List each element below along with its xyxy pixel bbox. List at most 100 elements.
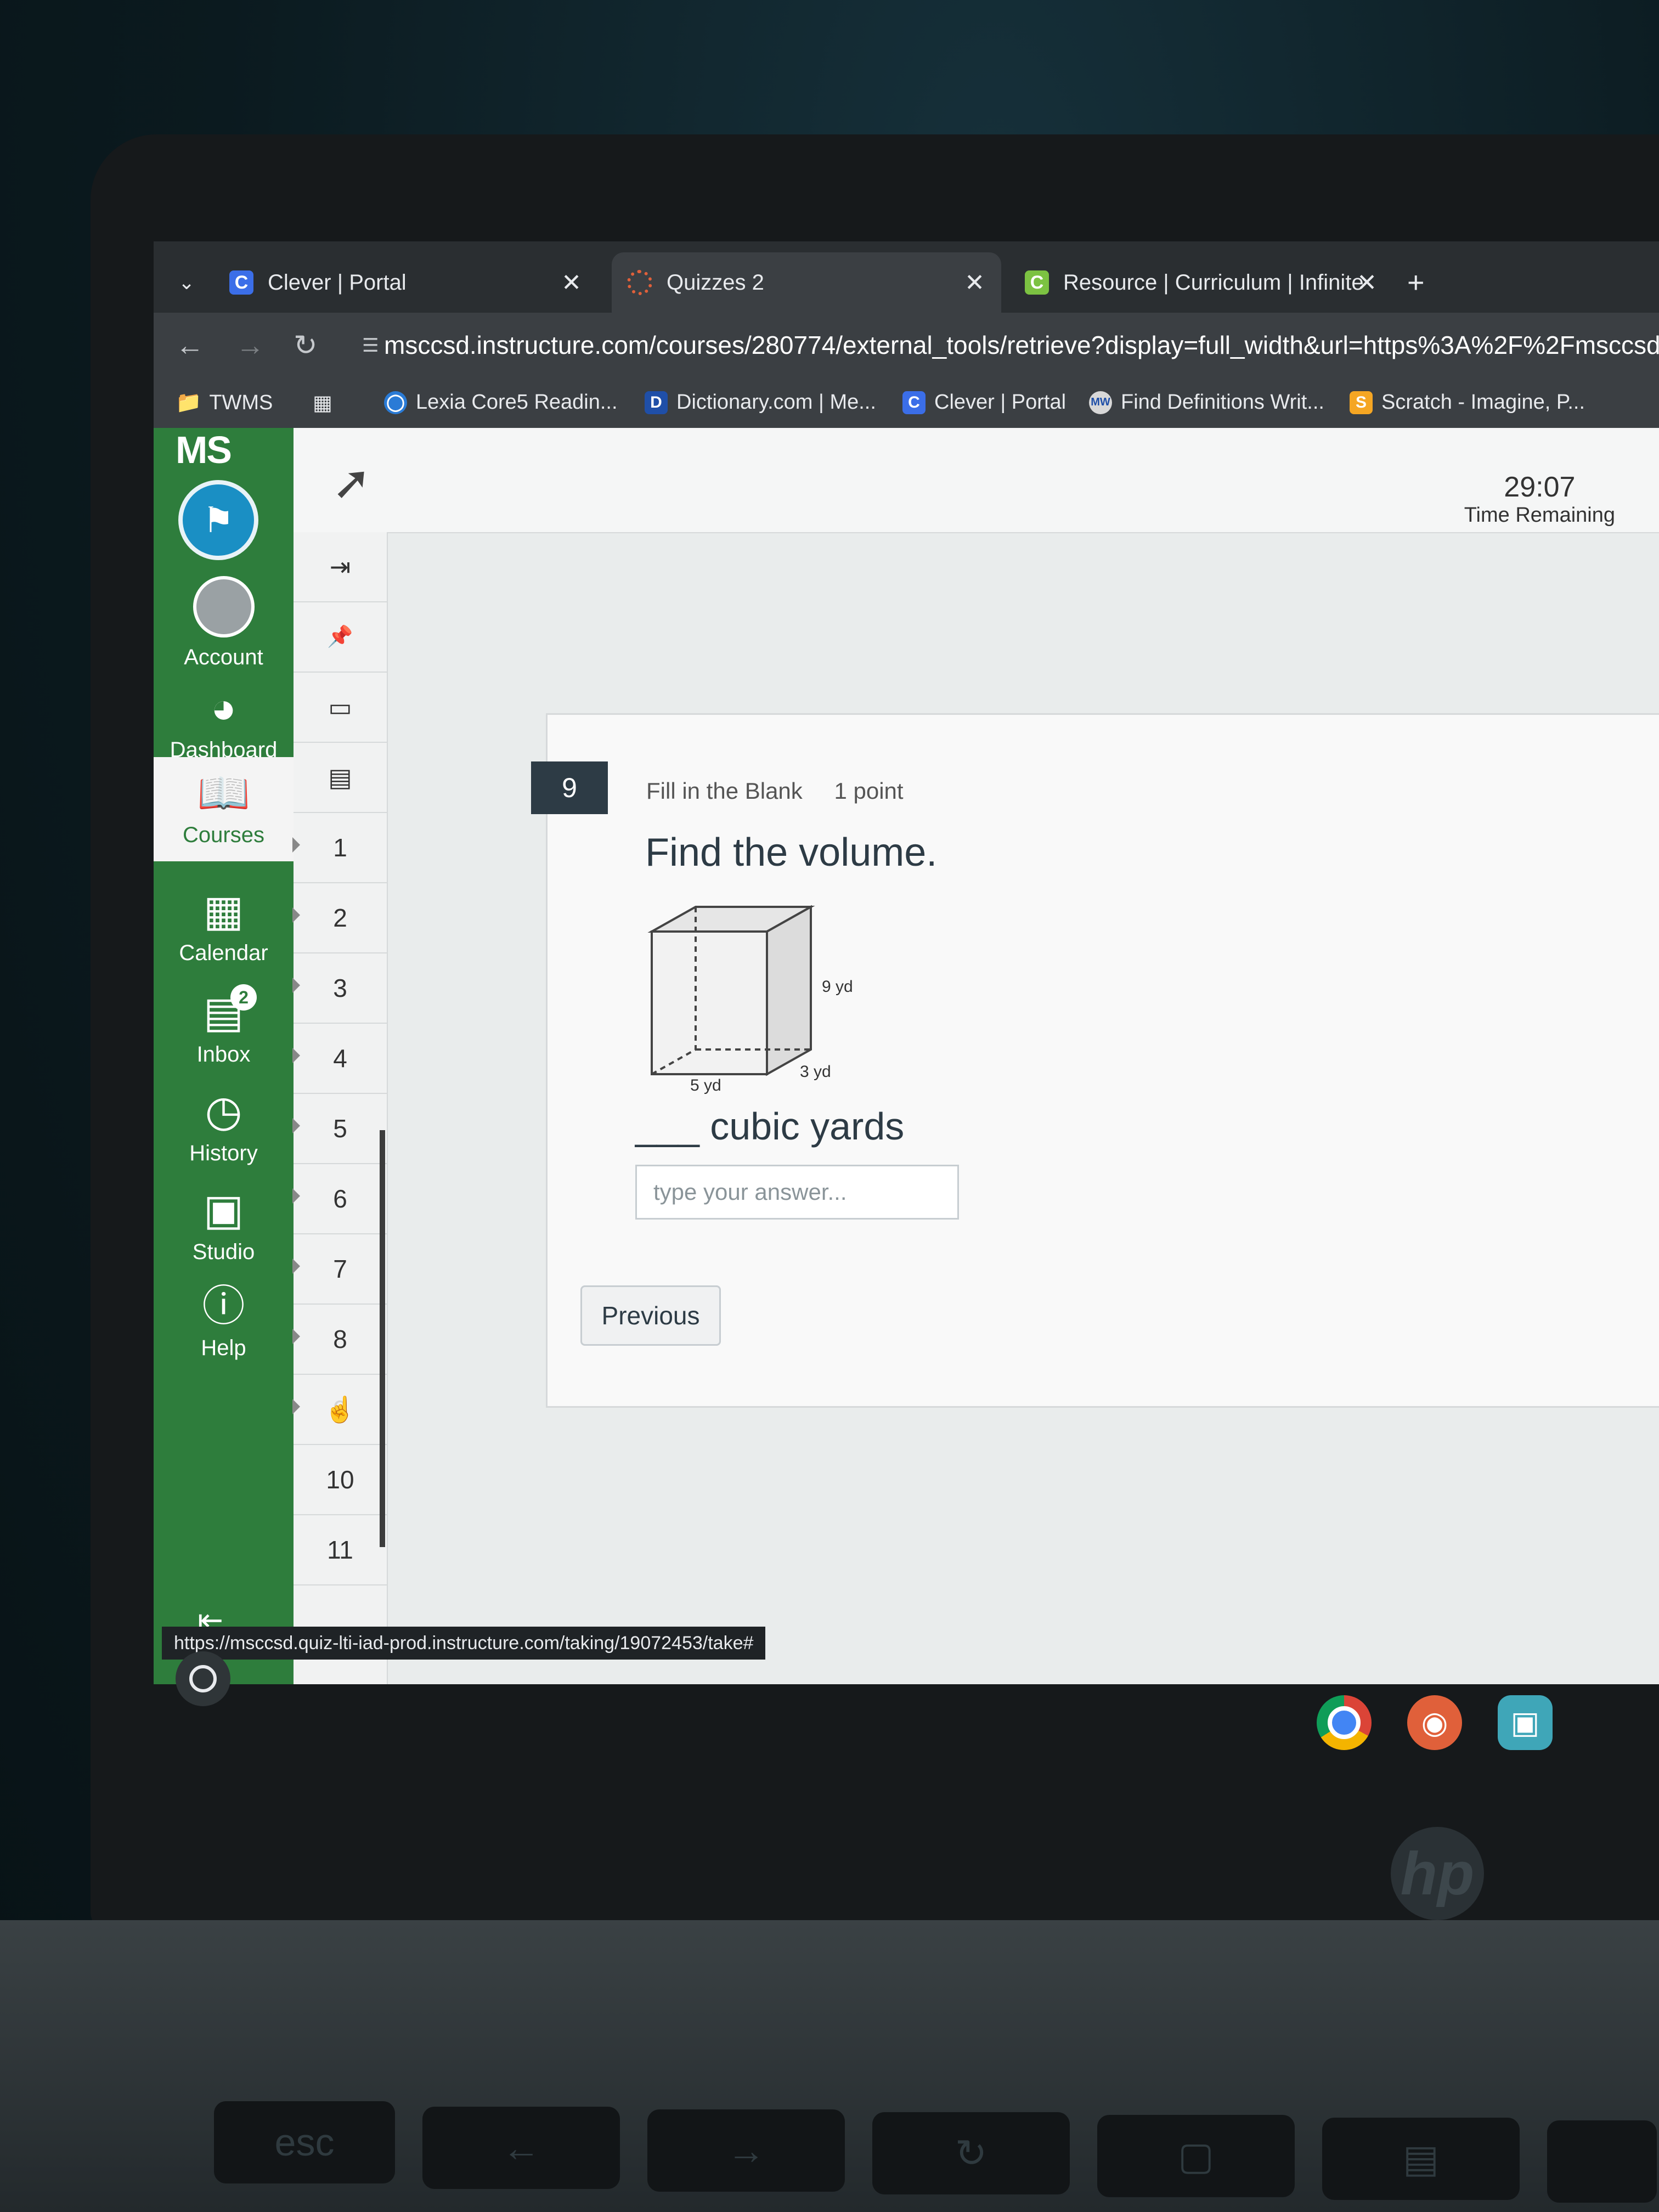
global-navigation: MS ⚑ Account ◕ Dashboard 📖 Courses ▦ Cal… xyxy=(154,428,294,1684)
nav-label: Account xyxy=(184,645,263,669)
courses-book-icon: 📖 xyxy=(196,769,251,817)
calculator-icon[interactable]: ▭ xyxy=(294,673,387,743)
clever-favicon-icon: C xyxy=(229,270,253,295)
tab-clever[interactable]: C Clever | Portal ✕ xyxy=(214,252,598,313)
key xyxy=(1547,2120,1657,2203)
question-nav-item[interactable]: 1 xyxy=(292,813,387,883)
question-nav-item[interactable]: 2 xyxy=(292,883,387,953)
dashboard-gauge-icon: ◕ xyxy=(210,684,237,732)
question-number: 9 xyxy=(531,761,608,814)
resource-favicon-icon: C xyxy=(1025,270,1049,295)
school-logo[interactable]: MS xyxy=(176,428,232,472)
question-type: Fill in the Blank xyxy=(646,778,803,804)
question-nav-item[interactable]: 3 xyxy=(292,953,387,1024)
hp-logo: hp xyxy=(1391,1827,1484,1920)
new-tab-button[interactable]: + xyxy=(1407,252,1451,313)
answer-prompt: ___ cubic yards xyxy=(635,1104,904,1148)
media-app-icon[interactable]: ▣ xyxy=(1498,1695,1553,1750)
answer-input[interactable] xyxy=(635,1165,959,1220)
bookmark-clever[interactable]: C Clever | Portal xyxy=(902,391,1066,414)
unit-label: cubic yards xyxy=(710,1105,905,1148)
globe-icon: ◯ xyxy=(384,391,407,414)
launcher-button[interactable] xyxy=(176,1651,230,1706)
tab-search-button[interactable]: ⌄ xyxy=(165,252,214,313)
inbox-icon: ▤ xyxy=(203,988,244,1036)
question-nav-item[interactable]: 8 xyxy=(292,1305,387,1375)
clever-icon: C xyxy=(902,391,926,414)
chevron-down-icon: ⌄ xyxy=(178,271,195,294)
expand-nav-icon[interactable]: ⇥ xyxy=(294,532,387,602)
nav-label: Calendar xyxy=(179,941,268,965)
quiz-header: ➚ 29:07 Time Remaining xyxy=(294,428,1659,533)
height-label: 9 yd xyxy=(822,978,853,996)
nav-calendar[interactable]: ▦ Calendar xyxy=(154,886,294,966)
pin-icon[interactable]: 📌 xyxy=(294,602,387,673)
clock-icon: ◷ xyxy=(205,1087,242,1135)
unread-count-badge: 2 xyxy=(230,984,257,1011)
scratch-icon: S xyxy=(1350,391,1373,414)
back-arrow-icon[interactable]: ← xyxy=(176,329,204,362)
bookmark-lexia[interactable]: ◯ Lexia Core5 Readin... xyxy=(384,391,618,414)
folder-icon: 📁 xyxy=(176,391,202,414)
address-bar[interactable]: msccsd.instructure.com/courses/280774/ex… xyxy=(384,330,1659,360)
nav-studio[interactable]: ▣ Studio xyxy=(154,1185,294,1265)
browser-tab-bar: ⌄ C Clever | Portal ✕ Quizzes 2 ✕ C Reso… xyxy=(154,241,1659,313)
reload-icon[interactable]: ↻ xyxy=(294,329,318,362)
avatar xyxy=(193,576,255,637)
question-points: 1 point xyxy=(834,778,904,804)
bookmark-label: Scratch - Imagine, P... xyxy=(1381,391,1585,414)
nav-account[interactable]: Account xyxy=(154,576,294,670)
tab-quizzes[interactable]: Quizzes 2 ✕ xyxy=(612,252,1001,313)
bookmark-dictionary[interactable]: D Dictionary.com | Me... xyxy=(645,391,876,414)
timer-value: 29:07 xyxy=(1504,471,1576,503)
overview-key-icon: ▤ xyxy=(1322,2118,1520,2200)
forward-arrow-icon[interactable]: → xyxy=(236,329,264,362)
tab-label: Resource | Curriculum | Infinite xyxy=(1063,270,1364,295)
bookmark-label: Lexia Core5 Readin... xyxy=(416,391,618,414)
bookmark-folder-twms[interactable]: 📁 TWMS xyxy=(176,391,273,415)
question-nav-item[interactable]: 11 xyxy=(294,1515,387,1585)
nav-inbox[interactable]: ▤ 2 Inbox xyxy=(154,984,294,1067)
previous-button[interactable]: Previous xyxy=(580,1285,721,1346)
nav-dashboard[interactable]: ◕ Dashboard xyxy=(154,683,294,763)
nav-history[interactable]: ◷ History xyxy=(154,1086,294,1166)
tab-label: Quizzes 2 xyxy=(667,270,764,295)
paint-app-icon[interactable]: ◉ xyxy=(1407,1695,1462,1750)
nav-courses[interactable]: 📖 Courses xyxy=(154,757,294,861)
dictionary-icon: D xyxy=(645,391,668,414)
question-nav-item[interactable]: 6 xyxy=(292,1164,387,1234)
nav-label: Help xyxy=(201,1336,246,1360)
question-nav-item[interactable]: 7 xyxy=(292,1234,387,1305)
width-label: 5 yd xyxy=(690,1076,721,1094)
laptop-keyboard: esc ← → ↻ ▢ ▤ xyxy=(0,1920,1659,2212)
bookmark-scratch[interactable]: S Scratch - Imagine, P... xyxy=(1350,391,1585,414)
question-nav-item[interactable]: 4 xyxy=(292,1024,387,1094)
link-status-url: https://msccsd.quiz-lti-iad-prod.instruc… xyxy=(162,1627,766,1660)
browser-toolbar: ← → ↻ ☰ msccsd.instructure.com/courses/2… xyxy=(154,313,1659,379)
notes-icon[interactable]: ▤ xyxy=(294,743,387,813)
school-crest-icon[interactable]: ⚑ xyxy=(178,480,258,560)
chrome-app-icon[interactable] xyxy=(1317,1695,1372,1750)
fullscreen-key-icon: ▢ xyxy=(1097,2115,1295,2197)
plus-icon: + xyxy=(1407,266,1425,299)
refresh-key-icon: ↻ xyxy=(872,2112,1070,2194)
site-info-icon[interactable]: ☰ xyxy=(362,335,382,356)
tab-resource[interactable]: C Resource | Curriculum | Infinite ✕ xyxy=(1009,252,1393,313)
question-meta: Fill in the Blank 1 point xyxy=(646,778,929,804)
esc-key: esc xyxy=(214,2101,395,2183)
nav-help[interactable]: ⓘ Help xyxy=(154,1281,294,1361)
bookmark-label: Dictionary.com | Me... xyxy=(676,391,876,414)
close-icon[interactable]: ✕ xyxy=(1357,269,1377,297)
help-question-icon: ⓘ xyxy=(202,1282,245,1330)
question-nav-item[interactable]: 10 xyxy=(294,1445,387,1515)
bookmark-merriam-webster[interactable]: MW Find Definitions Writ... xyxy=(1089,391,1324,414)
question-nav-item[interactable]: 5 xyxy=(292,1094,387,1164)
apps-grid-icon[interactable]: ▦ xyxy=(313,391,332,415)
rocket-icon: ➚ xyxy=(332,456,372,509)
close-icon[interactable]: ✕ xyxy=(964,269,985,297)
timer: 29:07 Time Remaining xyxy=(1464,471,1615,527)
question-nav-item-current[interactable]: 9 ☝ xyxy=(292,1375,387,1445)
question-navigation: ⇥ 📌 ▭ ▤ 1 2 3 4 5 6 7 8 9 ☝ 10 11 xyxy=(292,532,388,1684)
close-icon[interactable]: ✕ xyxy=(561,269,582,297)
nav-label: History xyxy=(189,1141,258,1165)
